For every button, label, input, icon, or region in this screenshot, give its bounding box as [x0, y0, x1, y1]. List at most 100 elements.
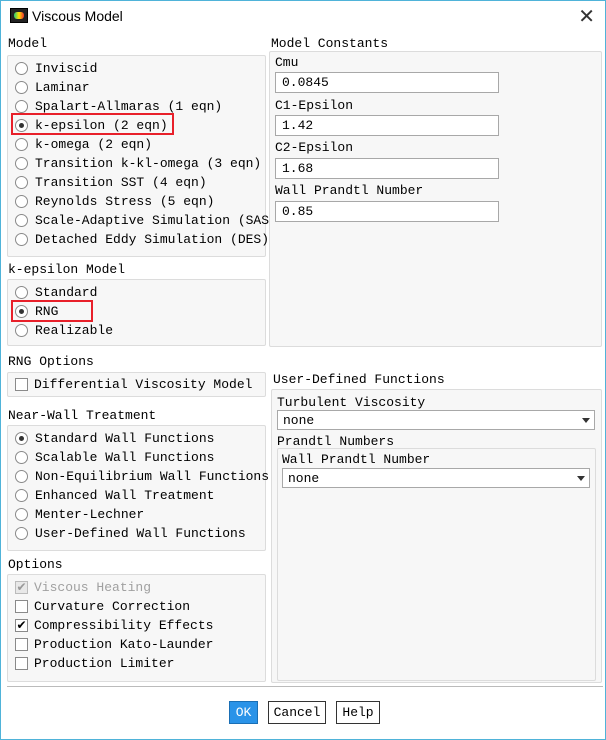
checkbox-icon[interactable]	[15, 638, 28, 651]
checkmark-icon[interactable]: ✔	[15, 619, 28, 632]
radio-button-icon[interactable]	[15, 81, 28, 94]
radio-transition-k-kl-omega-3-eqn[interactable]: Transition k-kl-omega (3 eqn)	[15, 154, 261, 173]
checkbox-differential-viscosity-model[interactable]: Differential Viscosity Model	[15, 375, 252, 394]
close-icon[interactable]: ✕	[578, 4, 595, 29]
radio-button-icon[interactable]	[15, 138, 28, 151]
radio-label: Spalart-Allmaras (1 eqn)	[35, 99, 223, 114]
checkbox-icon[interactable]	[15, 378, 28, 391]
highlight-rng	[11, 300, 93, 322]
radio-label: User-Defined Wall Functions	[35, 526, 246, 541]
radio-button-icon[interactable]	[15, 214, 28, 227]
model-group: Inviscid Laminar Spalart-Allmaras (1 eqn) k…	[7, 55, 277, 257]
checkbox-icon[interactable]	[15, 657, 28, 670]
radio-button-icon[interactable]	[15, 527, 28, 540]
radio-label: Transition k-kl-omega (3 eqn)	[35, 156, 262, 171]
radio-button-icon[interactable]	[15, 195, 28, 208]
options-group: ✔ Viscous Heating Curvature Correction ✔ Com…	[7, 574, 266, 682]
radio-button-icon[interactable]	[15, 470, 28, 483]
radio-button-icon[interactable]	[15, 157, 28, 170]
model-label: Model	[8, 36, 48, 51]
radio-label: Realizable	[35, 323, 114, 338]
radio-label: Scalable Wall Functions	[35, 450, 215, 465]
radio-user-defined-wall-functions[interactable]: User-Defined Wall Functions	[15, 524, 246, 543]
radio-transition-sst-4-eqn[interactable]: Transition SST (4 eqn)	[15, 173, 207, 192]
checkbox-icon[interactable]	[15, 600, 28, 613]
checkbox-production-kato-launder[interactable]: Production Kato-Launder	[15, 635, 213, 654]
c1-epsilon-label: C1-Epsilon	[275, 98, 354, 113]
prandtl-numbers-group: Wall Prandtl Number none	[277, 448, 596, 681]
radio-button-icon[interactable]	[15, 62, 28, 75]
radio-label: Inviscid	[35, 61, 98, 76]
radio-label: k-omega (2 eqn)	[35, 137, 153, 152]
udf-label: User-Defined Functions	[273, 372, 445, 387]
checkbox-label: Differential Viscosity Model	[34, 377, 253, 392]
model-constants-group: Cmu 0.0845 C1-Epsilon 1.42 C2-Epsilon 1.…	[269, 51, 602, 347]
cancel-button[interactable]: Cancel	[268, 701, 326, 724]
rng-options-group: Differential Viscosity Model	[7, 372, 266, 397]
help-button[interactable]: Help	[336, 701, 380, 724]
radio-button-icon[interactable]	[15, 451, 28, 464]
radio-label: Laminar	[35, 80, 90, 95]
checkbox-viscous-heating: ✔ Viscous Heating	[15, 578, 151, 597]
radio-laminar[interactable]: Laminar	[15, 78, 90, 97]
radio-label: Transition SST (4 eqn)	[35, 175, 207, 190]
radio-label: Enhanced Wall Treatment	[35, 488, 215, 503]
wall-prandtl-udf-value: none	[288, 471, 320, 486]
radio-label: Standard Wall Functions	[35, 431, 215, 446]
title-bar: Viscous Model ✕	[1, 1, 605, 33]
checkbox-label: Production Limiter	[34, 656, 175, 671]
radio-button-icon[interactable]	[15, 286, 28, 299]
turbulent-viscosity-value: none	[283, 413, 315, 428]
ok-button[interactable]: OK	[229, 701, 258, 724]
radio-non-equilibrium-wall-functions[interactable]: Non-Equilibrium Wall Functions	[15, 467, 269, 486]
divider	[7, 686, 603, 687]
wall-prandtl-udf-label: Wall Prandtl Number	[282, 452, 431, 467]
prandtl-numbers-label: Prandtl Numbers	[277, 434, 395, 449]
checkbox-label: Viscous Heating	[34, 580, 152, 595]
dropdown-arrow-icon	[582, 418, 590, 423]
radio-label: Standard	[35, 285, 98, 300]
radio-reynolds-stress-5-eqn[interactable]: Reynolds Stress (5 eqn)	[15, 192, 214, 211]
radio-inviscid[interactable]: Inviscid	[15, 59, 97, 78]
radio-detached-eddy-simulation-des[interactable]: Detached Eddy Simulation (DES)	[15, 230, 269, 249]
radio-button-icon[interactable]	[15, 100, 28, 113]
radio-button-icon[interactable]	[15, 233, 28, 246]
cmu-input[interactable]: 0.0845	[275, 72, 499, 93]
wall-prandtl-udf-select[interactable]: none	[282, 468, 590, 488]
checkbox-curvature-correction[interactable]: Curvature Correction	[15, 597, 190, 616]
checkbox-label: Compressibility Effects	[34, 618, 214, 633]
radio-k-omega-2-eqn[interactable]: k-omega (2 eqn)	[15, 135, 152, 154]
checkbox-label: Curvature Correction	[34, 599, 191, 614]
radio-label: Menter-Lechner	[35, 507, 145, 522]
rng-options-label: RNG Options	[8, 354, 94, 369]
radio-menter-lechner[interactable]: Menter-Lechner	[15, 505, 144, 524]
radio-enhanced-wall-treatment[interactable]: Enhanced Wall Treatment	[15, 486, 214, 505]
radio-label: Scale-Adaptive Simulation (SAS)	[35, 213, 277, 228]
checkbox-production-limiter[interactable]: Production Limiter	[15, 654, 174, 673]
options-label: Options	[8, 557, 63, 572]
radio-scale-adaptive-simulation-sas[interactable]: Scale-Adaptive Simulation (SAS)	[15, 211, 277, 230]
radio-label: Non-Equilibrium Wall Functions	[35, 469, 270, 484]
turbulent-viscosity-select[interactable]: none	[277, 410, 595, 430]
udf-group: Turbulent Viscosity none Prandtl Numbers…	[271, 389, 602, 683]
radio-button-icon[interactable]	[15, 432, 28, 445]
radio-button-icon[interactable]	[15, 508, 28, 521]
radio-scalable-wall-functions[interactable]: Scalable Wall Functions	[15, 448, 214, 467]
highlight-k-epsilon	[11, 113, 174, 135]
model-constants-label: Model Constants	[271, 36, 389, 51]
window-title: Viscous Model	[32, 8, 123, 24]
c2-epsilon-input[interactable]: 1.68	[275, 158, 499, 179]
radio-button-icon[interactable]	[15, 176, 28, 189]
checkbox-compressibility-effects[interactable]: ✔ Compressibility Effects	[15, 616, 213, 635]
cmu-label: Cmu	[275, 55, 299, 70]
radio-standard-wall-functions[interactable]: Standard Wall Functions	[15, 429, 214, 448]
viscous-model-dialog: Viscous Model ✕ Model Inviscid Laminar Spa…	[0, 0, 606, 740]
near-wall-label: Near-Wall Treatment	[8, 408, 157, 423]
ke-model-label: k-epsilon Model	[8, 262, 126, 277]
c1-epsilon-input[interactable]: 1.42	[275, 115, 499, 136]
radio-realizable[interactable]: Realizable	[15, 321, 113, 340]
wall-prandtl-input[interactable]: 0.85	[275, 201, 499, 222]
radio-button-icon[interactable]	[15, 489, 28, 502]
checkmark-icon: ✔	[15, 580, 28, 594]
radio-button-icon[interactable]	[15, 324, 28, 337]
